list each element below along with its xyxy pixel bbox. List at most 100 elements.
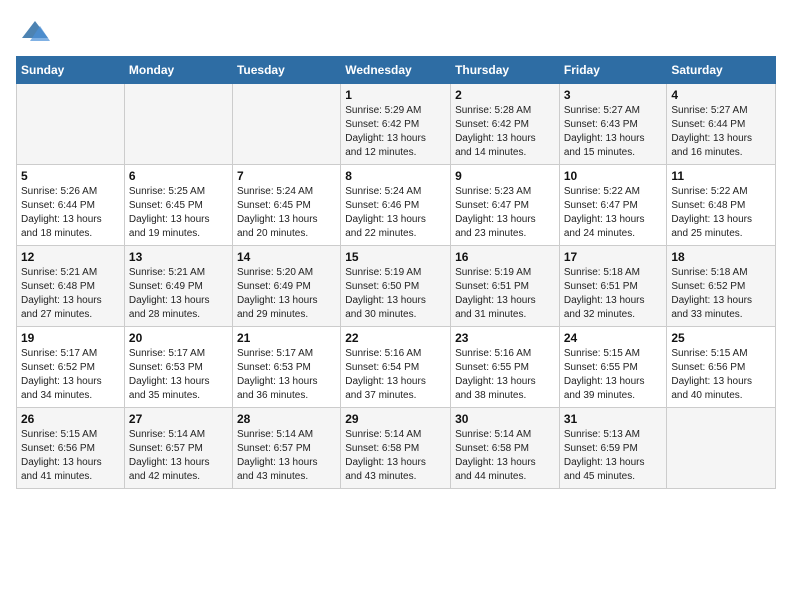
- day-info: Sunrise: 5:19 AMSunset: 6:50 PMDaylight:…: [345, 266, 446, 322]
- day-number: 24: [564, 331, 663, 345]
- day-number: 25: [671, 331, 771, 345]
- calendar-cell: 26 Sunrise: 5:15 AMSunset: 6:56 PMDayligh…: [17, 408, 125, 489]
- day-number: 5: [21, 169, 120, 183]
- day-number: 27: [129, 412, 228, 426]
- calendar-cell: 9 Sunrise: 5:23 AMSunset: 6:47 PMDaylight…: [451, 165, 560, 246]
- calendar-cell: 6 Sunrise: 5:25 AMSunset: 6:45 PMDaylight…: [124, 165, 232, 246]
- week-row-2: 5Sunrise: 5:26 AMSunset: 6:44 PMDaylight…: [17, 165, 776, 246]
- day-info: Sunrise: 5:23 AMSunset: 6:47 PMDaylight:…: [455, 185, 555, 241]
- calendar-cell: 23 Sunrise: 5:16 AMSunset: 6:55 PMDayligh…: [451, 327, 560, 408]
- calendar-cell: 10 Sunrise: 5:22 AMSunset: 6:47 PMDayligh…: [559, 165, 667, 246]
- day-number: 21: [237, 331, 336, 345]
- day-number: 18: [671, 250, 771, 264]
- header-cell-sunday: Sunday: [17, 57, 125, 84]
- day-info: Sunrise: 5:17 AMSunset: 6:53 PMDaylight:…: [237, 347, 336, 403]
- day-number: 28: [237, 412, 336, 426]
- day-number: 22: [345, 331, 446, 345]
- logo: [16, 16, 50, 46]
- day-info: Sunrise: 5:17 AMSunset: 6:52 PMDaylight:…: [21, 347, 120, 403]
- day-info: Sunrise: 5:21 AMSunset: 6:48 PMDaylight:…: [21, 266, 120, 322]
- calendar-cell: 27 Sunrise: 5:14 AMSunset: 6:57 PMDayligh…: [124, 408, 232, 489]
- day-info: Sunrise: 5:18 AMSunset: 6:52 PMDaylight:…: [671, 266, 771, 322]
- week-row-5: 26 Sunrise: 5:15 AMSunset: 6:56 PMDayligh…: [17, 408, 776, 489]
- day-info: Sunrise: 5:14 AMSunset: 6:58 PMDaylight:…: [455, 428, 555, 484]
- day-info: Sunrise: 5:24 AMSunset: 6:46 PMDaylight:…: [345, 185, 446, 241]
- calendar-cell: 7 Sunrise: 5:24 AMSunset: 6:45 PMDaylight…: [232, 165, 340, 246]
- calendar-cell: [667, 408, 776, 489]
- day-number: 17: [564, 250, 663, 264]
- day-info: Sunrise: 5:16 AMSunset: 6:54 PMDaylight:…: [345, 347, 446, 403]
- calendar-table: SundayMondayTuesdayWednesdayThursdayFrid…: [16, 56, 776, 489]
- day-number: 30: [455, 412, 555, 426]
- week-row-4: 19 Sunrise: 5:17 AMSunset: 6:52 PMDayligh…: [17, 327, 776, 408]
- header-cell-thursday: Thursday: [451, 57, 560, 84]
- day-info: Sunrise: 5:16 AMSunset: 6:55 PMDaylight:…: [455, 347, 555, 403]
- day-info: Sunrise: 5:25 AMSunset: 6:45 PMDaylight:…: [129, 185, 228, 241]
- calendar-cell: 1 Sunrise: 5:29 AMSunset: 6:42 PMDaylight…: [341, 84, 451, 165]
- day-info: Sunrise: 5:14 AMSunset: 6:58 PMDaylight:…: [345, 428, 446, 484]
- day-number: 19: [21, 331, 120, 345]
- day-info: Sunrise: 5:19 AMSunset: 6:51 PMDaylight:…: [455, 266, 555, 322]
- logo-icon: [20, 16, 50, 46]
- calendar-header: SundayMondayTuesdayWednesdayThursdayFrid…: [17, 57, 776, 84]
- day-number: 12: [21, 250, 120, 264]
- header-row: SundayMondayTuesdayWednesdayThursdayFrid…: [17, 57, 776, 84]
- day-number: 9: [455, 169, 555, 183]
- day-number: 15: [345, 250, 446, 264]
- header-cell-wednesday: Wednesday: [341, 57, 451, 84]
- day-info: Sunrise: 5:27 AMSunset: 6:44 PMDaylight:…: [671, 104, 771, 160]
- day-number: 23: [455, 331, 555, 345]
- day-info: Sunrise: 5:15 AMSunset: 6:56 PMDaylight:…: [671, 347, 771, 403]
- calendar-cell: 24 Sunrise: 5:15 AMSunset: 6:55 PMDayligh…: [559, 327, 667, 408]
- calendar-cell: 3 Sunrise: 5:27 AMSunset: 6:43 PMDaylight…: [559, 84, 667, 165]
- day-info: Sunrise: 5:28 AMSunset: 6:42 PMDaylight:…: [455, 104, 555, 160]
- day-number: 26: [21, 412, 120, 426]
- calendar-cell: 17 Sunrise: 5:18 AMSunset: 6:51 PMDayligh…: [559, 246, 667, 327]
- day-number: 4: [671, 88, 771, 102]
- day-number: 10: [564, 169, 663, 183]
- calendar-cell: 25 Sunrise: 5:15 AMSunset: 6:56 PMDayligh…: [667, 327, 776, 408]
- day-number: 6: [129, 169, 228, 183]
- calendar-cell: 15 Sunrise: 5:19 AMSunset: 6:50 PMDayligh…: [341, 246, 451, 327]
- day-info: Sunrise: 5:22 AMSunset: 6:48 PMDaylight:…: [671, 185, 771, 241]
- header-cell-tuesday: Tuesday: [232, 57, 340, 84]
- calendar-cell: [232, 84, 340, 165]
- week-row-1: 1 Sunrise: 5:29 AMSunset: 6:42 PMDaylight…: [17, 84, 776, 165]
- week-row-3: 12 Sunrise: 5:21 AMSunset: 6:48 PMDayligh…: [17, 246, 776, 327]
- day-info: Sunrise: 5:24 AMSunset: 6:45 PMDaylight:…: [237, 185, 336, 241]
- calendar-cell: 22 Sunrise: 5:16 AMSunset: 6:54 PMDayligh…: [341, 327, 451, 408]
- calendar-cell: 29 Sunrise: 5:14 AMSunset: 6:58 PMDayligh…: [341, 408, 451, 489]
- calendar-cell: [124, 84, 232, 165]
- calendar-body: 1 Sunrise: 5:29 AMSunset: 6:42 PMDaylight…: [17, 84, 776, 489]
- calendar-cell: 30 Sunrise: 5:14 AMSunset: 6:58 PMDayligh…: [451, 408, 560, 489]
- day-number: 3: [564, 88, 663, 102]
- day-info: Sunrise: 5:29 AMSunset: 6:42 PMDaylight:…: [345, 104, 446, 160]
- calendar-cell: 21 Sunrise: 5:17 AMSunset: 6:53 PMDayligh…: [232, 327, 340, 408]
- day-number: 7: [237, 169, 336, 183]
- day-number: 1: [345, 88, 446, 102]
- day-info: Sunrise: 5:27 AMSunset: 6:43 PMDaylight:…: [564, 104, 663, 160]
- day-info: Sunrise: 5:21 AMSunset: 6:49 PMDaylight:…: [129, 266, 228, 322]
- day-info: Sunrise: 5:22 AMSunset: 6:47 PMDaylight:…: [564, 185, 663, 241]
- day-info: Sunrise: 5:15 AMSunset: 6:55 PMDaylight:…: [564, 347, 663, 403]
- day-info: Sunrise: 5:14 AMSunset: 6:57 PMDaylight:…: [237, 428, 336, 484]
- calendar-cell: [17, 84, 125, 165]
- day-number: 29: [345, 412, 446, 426]
- day-info: Sunrise: 5:15 AMSunset: 6:56 PMDaylight:…: [21, 428, 120, 484]
- day-info: Sunrise: 5:13 AMSunset: 6:59 PMDaylight:…: [564, 428, 663, 484]
- day-info: Sunrise: 5:20 AMSunset: 6:49 PMDaylight:…: [237, 266, 336, 322]
- day-info: Sunrise: 5:17 AMSunset: 6:53 PMDaylight:…: [129, 347, 228, 403]
- day-number: 13: [129, 250, 228, 264]
- day-info: Sunrise: 5:18 AMSunset: 6:51 PMDaylight:…: [564, 266, 663, 322]
- calendar-cell: 13 Sunrise: 5:21 AMSunset: 6:49 PMDayligh…: [124, 246, 232, 327]
- day-info: Sunrise: 5:14 AMSunset: 6:57 PMDaylight:…: [129, 428, 228, 484]
- calendar-cell: 8Sunrise: 5:24 AMSunset: 6:46 PMDaylight…: [341, 165, 451, 246]
- calendar-cell: 4 Sunrise: 5:27 AMSunset: 6:44 PMDaylight…: [667, 84, 776, 165]
- day-number: 16: [455, 250, 555, 264]
- header-cell-monday: Monday: [124, 57, 232, 84]
- day-number: 14: [237, 250, 336, 264]
- day-number: 11: [671, 169, 771, 183]
- calendar-cell: 2Sunrise: 5:28 AMSunset: 6:42 PMDaylight…: [451, 84, 560, 165]
- calendar-cell: 20Sunrise: 5:17 AMSunset: 6:53 PMDayligh…: [124, 327, 232, 408]
- day-number: 31: [564, 412, 663, 426]
